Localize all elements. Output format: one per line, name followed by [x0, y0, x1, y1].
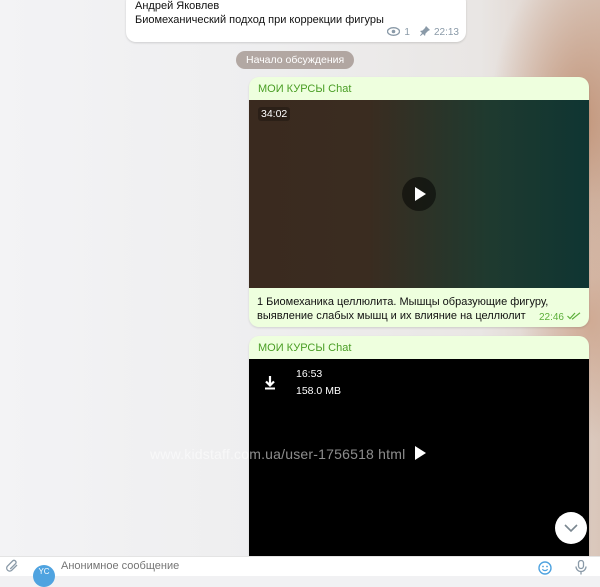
watermark-text: www.kidstaff.com.ua/user-1756518 html	[150, 446, 406, 462]
message-input[interactable]	[61, 560, 461, 572]
avatar[interactable]: YC	[33, 565, 55, 587]
scroll-down-button[interactable]	[555, 512, 587, 544]
play-icon[interactable]	[402, 436, 436, 470]
post-author: Андрей Яковлев	[135, 0, 220, 12]
message-sender[interactable]: МОИ КУРСЫ Chat	[258, 342, 351, 354]
video-duration: 16:53	[296, 368, 323, 380]
caption-line-2: выявление слабых мышц и их влияние на це…	[257, 310, 526, 322]
play-icon[interactable]	[402, 177, 436, 211]
views-icon	[387, 26, 401, 39]
video-caption: 1 Биомеханика целлюлита. Мышцы образующи…	[257, 295, 557, 323]
post-text: Биомеханический подход при коррекции фиг…	[135, 14, 384, 26]
post-time: 22:13	[433, 27, 459, 38]
message-meta: 22:46	[539, 312, 581, 323]
emoji-icon[interactable]	[538, 561, 552, 578]
views-count: 1	[404, 27, 410, 38]
file-size: 158.0 MB	[296, 385, 341, 397]
download-icon[interactable]	[264, 376, 276, 390]
video-duration: 34:02	[258, 107, 291, 121]
video-message-1[interactable]: МОИ КУРСЫ Chat 34:02 1 Биомеханика целлю…	[249, 77, 589, 327]
attach-icon[interactable]	[5, 559, 19, 576]
chevron-down-icon	[564, 524, 578, 533]
message-sender[interactable]: МОИ КУРСЫ Chat	[258, 83, 351, 95]
post-meta: 1 22:13	[387, 26, 459, 39]
caption-line-1: 1 Биомеханика целлюлита. Мышцы образующи…	[257, 296, 549, 308]
message-time: 22:46	[538, 312, 564, 323]
video-preview[interactable]: 34:02	[249, 100, 589, 288]
double-check-icon	[567, 312, 581, 323]
microphone-icon[interactable]	[575, 559, 587, 578]
channel-post-bubble[interactable]: Андрей Яковлев Биомеханический подход пр…	[126, 0, 466, 42]
video-preview[interactable]: 16:53 158.0 MB	[249, 359, 589, 566]
discussion-start-label: Начало обсуждения	[236, 51, 355, 69]
message-composer: YC	[0, 556, 600, 587]
pin-icon	[419, 26, 430, 39]
